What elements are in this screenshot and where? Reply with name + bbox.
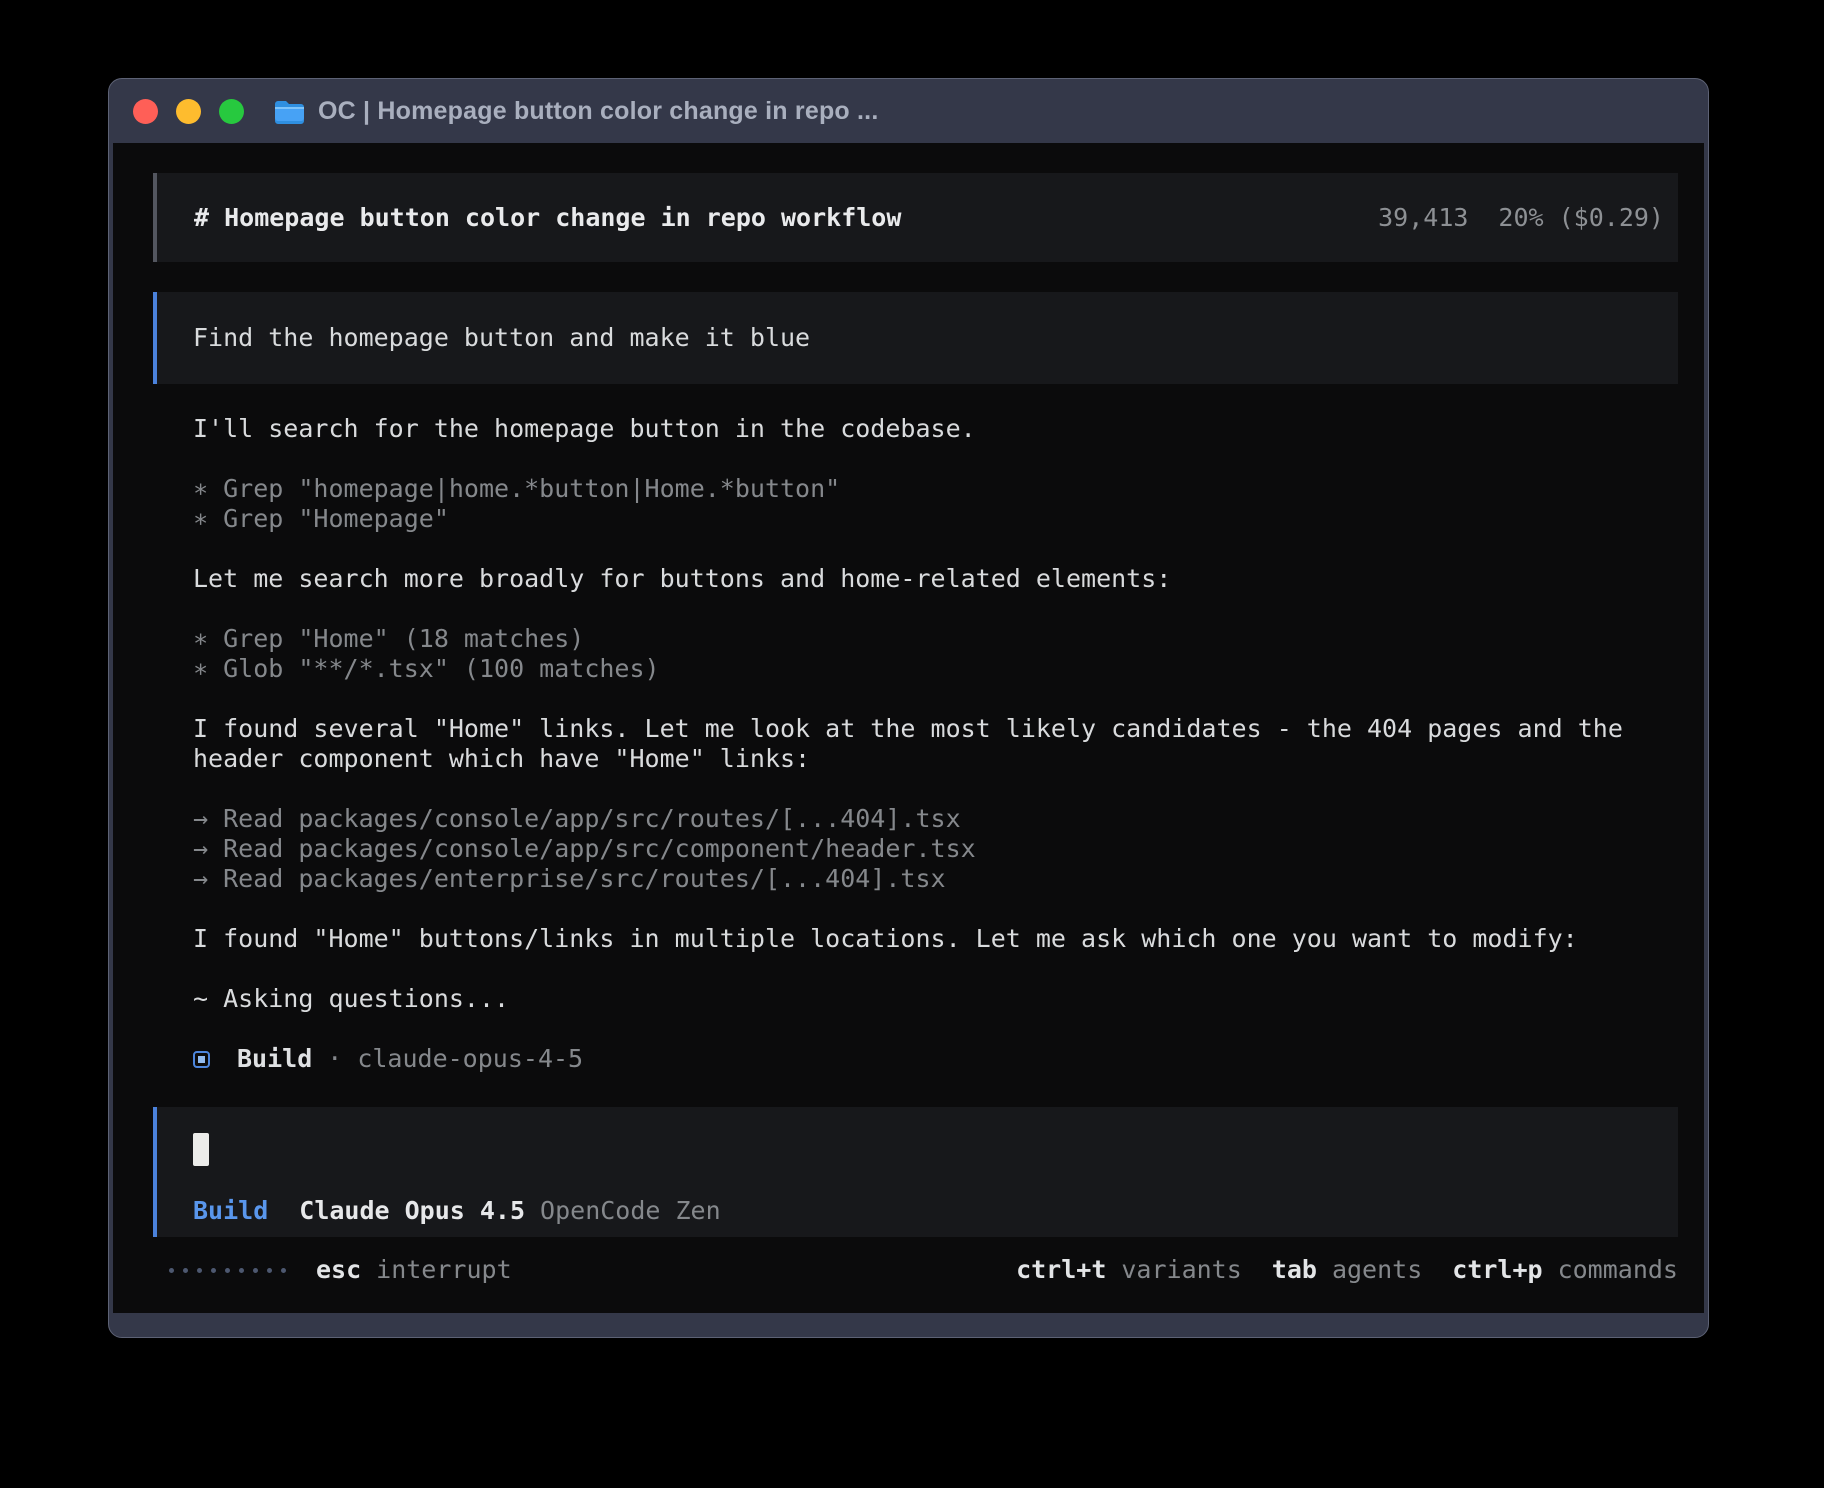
status-bar-right: ctrl+t variants tab agents ctrl+p comman…: [1016, 1255, 1678, 1285]
window-bottom-edge: [109, 1313, 1708, 1337]
assistant-text: ~ Asking questions...: [193, 984, 1678, 1014]
spinner-dot: [253, 1268, 258, 1273]
ctrl-t-key: ctrl+t: [1016, 1255, 1106, 1285]
assistant-text-line: ~ Asking questions...: [193, 984, 1678, 1014]
tool-call-line: → Read packages/console/app/src/routes/[…: [193, 804, 1678, 834]
tool-call-group: ∗ Grep "homepage|home.*button|Home.*butt…: [193, 474, 1678, 534]
terminal-window: OC | Homepage button color change in rep…: [108, 78, 1709, 1338]
minimize-button[interactable]: [176, 99, 201, 124]
title-bar[interactable]: OC | Homepage button color change in rep…: [109, 79, 1708, 143]
assistant-text-line: Let me search more broadly for buttons a…: [193, 564, 1678, 594]
status-bar-left: esc interrupt: [153, 1255, 512, 1285]
traffic-lights: [133, 99, 244, 124]
assistant-text: I'll search for the homepage button in t…: [193, 414, 1678, 444]
spinner-dot: [281, 1268, 286, 1273]
esc-label: interrupt: [376, 1255, 511, 1285]
zoom-button[interactable]: [219, 99, 244, 124]
session-stats: 39,413 20% ($0.29): [1378, 203, 1664, 233]
close-button[interactable]: [133, 99, 158, 124]
tool-call-line: ∗ Grep "homepage|home.*button|Home.*butt…: [193, 474, 1678, 504]
spinner-dot: [267, 1268, 272, 1273]
commands-label: commands: [1558, 1255, 1678, 1285]
spinner-dot: [225, 1268, 230, 1273]
tool-call-line: → Read packages/console/app/src/componen…: [193, 834, 1678, 864]
spinner-dot: [239, 1268, 244, 1273]
input-agent-label[interactable]: Build: [193, 1196, 268, 1226]
build-agent-icon: [193, 1051, 210, 1068]
assistant-text-line: I found several "Home" links. Let me loo…: [193, 714, 1678, 774]
tool-call-line: → Read packages/enterprise/src/routes/[.…: [193, 864, 1678, 894]
spinner-dots: [169, 1268, 286, 1273]
token-count: 39,413: [1378, 203, 1468, 233]
shortcut-agents: tab agents: [1272, 1255, 1422, 1285]
terminal-content: # Homepage button color change in repo w…: [113, 143, 1704, 1313]
variants-label: variants: [1121, 1255, 1241, 1285]
esc-key: esc: [316, 1255, 361, 1285]
input-model-label[interactable]: Claude Opus 4.5: [299, 1196, 525, 1226]
shortcut-variants: ctrl+t variants: [1016, 1255, 1242, 1285]
spinner-dot: [183, 1268, 188, 1273]
session-header: # Homepage button color change in repo w…: [153, 173, 1678, 262]
assistant-text-line: I found "Home" buttons/links in multiple…: [193, 924, 1678, 954]
model-row: Build Claude Opus 4.5 OpenCode Zen: [193, 1196, 1678, 1226]
tab-key: tab: [1272, 1255, 1317, 1285]
status-model-name: claude-opus-4-5: [357, 1044, 583, 1074]
agents-label: agents: [1332, 1255, 1422, 1285]
status-agent-name: Build: [237, 1044, 312, 1074]
assistant-text-line: I'll search for the homepage button in t…: [193, 414, 1678, 444]
tool-call-line: ∗ Grep "Homepage": [193, 504, 1678, 534]
status-bar: esc interrupt ctrl+t variants tab agents…: [153, 1255, 1678, 1285]
prompt-input[interactable]: Build Claude Opus 4.5 OpenCode Zen: [153, 1107, 1678, 1237]
assistant-text: I found "Home" buttons/links in multiple…: [193, 924, 1678, 954]
spinner-dot: [211, 1268, 216, 1273]
tool-call-group: ∗ Grep "Home" (18 matches)∗ Glob "**/*.t…: [193, 624, 1678, 684]
ctrl-p-key: ctrl+p: [1452, 1255, 1542, 1285]
shortcut-commands: ctrl+p commands: [1452, 1255, 1678, 1285]
shortcut-interrupt: esc interrupt: [316, 1255, 512, 1285]
tool-call-line: ∗ Glob "**/*.tsx" (100 matches): [193, 654, 1678, 684]
spinner-dot: [169, 1268, 174, 1273]
assistant-text: I found several "Home" links. Let me loo…: [193, 714, 1678, 774]
agent-status-row: Build · claude-opus-4-5: [193, 1044, 1678, 1074]
tool-call-group: → Read packages/console/app/src/routes/[…: [193, 804, 1678, 894]
tool-call-line: ∗ Grep "Home" (18 matches): [193, 624, 1678, 654]
spinner-dot: [197, 1268, 202, 1273]
user-message-text: Find the homepage button and make it blu…: [193, 323, 810, 353]
status-separator: ·: [327, 1044, 342, 1074]
text-cursor: [193, 1133, 209, 1166]
user-message: Find the homepage button and make it blu…: [153, 292, 1678, 384]
assistant-transcript: I'll search for the homepage button in t…: [193, 414, 1678, 1014]
window-title: OC | Homepage button color change in rep…: [318, 97, 878, 126]
folder-icon: [274, 99, 305, 124]
context-cost: 20% ($0.29): [1498, 203, 1664, 233]
assistant-text: Let me search more broadly for buttons a…: [193, 564, 1678, 594]
input-provider-label: OpenCode Zen: [540, 1196, 721, 1226]
session-title: # Homepage button color change in repo w…: [194, 203, 901, 233]
